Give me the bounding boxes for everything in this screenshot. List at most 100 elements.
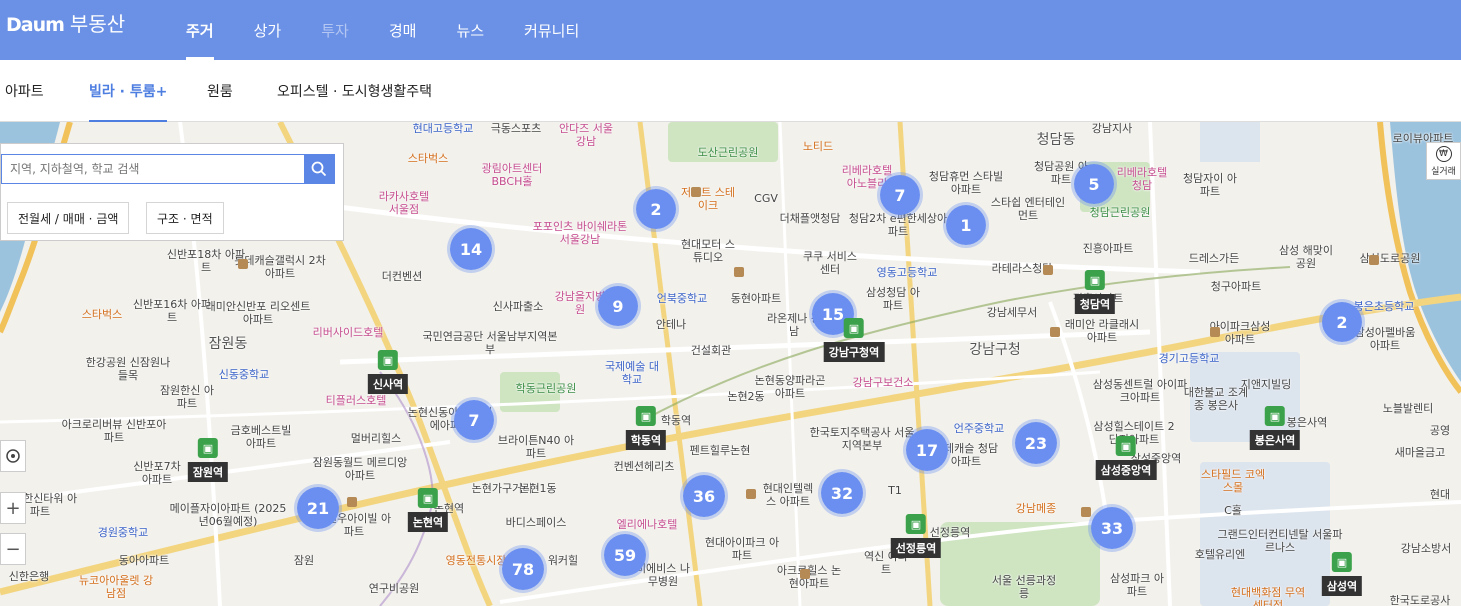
subway-icon: ▣ bbox=[843, 318, 864, 338]
listing-cluster[interactable]: 2 bbox=[1319, 299, 1365, 345]
search-button[interactable] bbox=[304, 155, 334, 183]
map-label: 신동중학교 bbox=[218, 368, 270, 381]
property-type-tabs: 아파트 빌라 · 투룸+ 원룸 오피스텔 · 도시형생활주택 bbox=[0, 60, 1461, 122]
listing-cluster[interactable]: 7 bbox=[877, 172, 923, 218]
subway-station-samseong[interactable]: ▣ 삼성역 bbox=[1321, 552, 1363, 596]
search-icon bbox=[311, 161, 327, 177]
building-pin[interactable] bbox=[1043, 265, 1053, 275]
search-input[interactable] bbox=[2, 155, 304, 183]
listing-cluster[interactable]: 78 bbox=[499, 545, 547, 593]
subway-station-nonhyeon[interactable]: ▣ 논현역 bbox=[407, 488, 449, 532]
nav-item-auction[interactable]: 경매 bbox=[369, 0, 437, 60]
listing-cluster[interactable]: 2 bbox=[633, 186, 679, 232]
subway-icon: ▣ bbox=[378, 350, 398, 370]
nav-item-housing[interactable]: 주거 bbox=[166, 0, 234, 60]
map-label: 쿠쿠 서비스센터 bbox=[802, 250, 858, 276]
map-label: 바디스페이스 bbox=[505, 516, 567, 529]
map-label: 청담근린공원 bbox=[1089, 206, 1151, 219]
tab-apartment[interactable]: 아파트 bbox=[5, 60, 44, 122]
nav-item-news[interactable]: 뉴스 bbox=[436, 0, 504, 60]
building-pin[interactable] bbox=[800, 569, 810, 579]
building-pin[interactable] bbox=[691, 187, 701, 197]
subway-station-bongeunsa[interactable]: ▣ 봉은사역 bbox=[1249, 406, 1301, 450]
building-pin[interactable] bbox=[746, 489, 756, 499]
filter-structure-button[interactable]: 구조 · 면적 bbox=[146, 202, 224, 234]
nav-item-community[interactable]: 커뮤니티 bbox=[504, 0, 599, 60]
subway-station-cheongdam[interactable]: ▣ 청담역 bbox=[1074, 270, 1116, 314]
listing-cluster[interactable]: 7 bbox=[451, 397, 497, 443]
listing-cluster[interactable]: 33 bbox=[1088, 504, 1136, 552]
listing-cluster[interactable]: 23 bbox=[1012, 419, 1060, 467]
map-label: 엘리에나호텔 bbox=[616, 518, 678, 531]
map-label: 연구비공원 bbox=[368, 582, 420, 595]
map-label: 강남구보건소 bbox=[852, 376, 914, 389]
listing-cluster[interactable]: 32 bbox=[818, 469, 866, 517]
map-label: 언북중학교 bbox=[656, 292, 708, 305]
map-label: 현대 bbox=[1429, 488, 1451, 501]
map-label: CGV bbox=[754, 192, 778, 205]
nav-item-investment[interactable]: 투자 bbox=[301, 0, 369, 60]
listing-cluster[interactable]: 36 bbox=[680, 472, 728, 520]
listing-cluster[interactable]: 9 bbox=[595, 283, 641, 329]
station-label: 삼성역 bbox=[1321, 576, 1363, 596]
daum-realestate-logo[interactable]: Daum 부동산 bbox=[6, 8, 125, 37]
map-label: 노블발렌티 bbox=[1382, 402, 1434, 415]
map-label: 저스트 스테이크 bbox=[680, 186, 736, 212]
map-label: 강남메종 bbox=[1015, 502, 1057, 515]
subway-station-jamwon[interactable]: ▣ 잠원역 bbox=[187, 438, 229, 482]
map-label: 스타필드 코엑스몰 bbox=[1200, 468, 1266, 494]
building-pin[interactable] bbox=[347, 497, 357, 507]
listing-cluster[interactable]: 21 bbox=[294, 484, 342, 532]
listing-cluster[interactable]: 1 bbox=[943, 202, 989, 248]
tab-villa-tworoom[interactable]: 빌라 · 투룸+ bbox=[89, 60, 168, 122]
map-label: 포포인츠 바이쉐라톤 서울강남 bbox=[532, 220, 628, 246]
tab-officetel[interactable]: 오피스텔 · 도시형생활주택 bbox=[277, 60, 432, 122]
listing-cluster[interactable]: 5 bbox=[1071, 161, 1117, 207]
map-label: 금호베스트빌 아파트 bbox=[230, 424, 292, 450]
search-box bbox=[1, 154, 335, 184]
map-label: 언주중학교 bbox=[953, 422, 1005, 435]
subway-station-sinsa[interactable]: ▣ 신사역 bbox=[367, 350, 409, 394]
zoom-in-button[interactable]: + bbox=[0, 492, 26, 524]
station-label: 잠원역 bbox=[187, 462, 229, 482]
subway-station-hakdong[interactable]: ▣ 학동역 bbox=[625, 406, 667, 450]
map-label: 현대아이파크 아파트 bbox=[704, 536, 780, 562]
map-label: 강남지사 bbox=[1091, 122, 1133, 135]
subway-station-seonjeongneung[interactable]: ▣ 선정릉역 bbox=[890, 514, 942, 558]
building-pin[interactable] bbox=[1081, 507, 1091, 517]
map-label: 청담동 bbox=[1036, 132, 1076, 148]
map-label: 컨벤션헤리츠 bbox=[613, 460, 675, 473]
map-label: 잠원한신 아파트 bbox=[159, 384, 215, 410]
station-label: 선정릉역 bbox=[890, 538, 942, 558]
subway-station-gangnamgu-office[interactable]: ▣ 강남구청역 bbox=[823, 318, 885, 362]
map-label: 신한은행 bbox=[8, 570, 50, 583]
listing-cluster[interactable]: 17 bbox=[903, 426, 951, 474]
listing-cluster[interactable]: 59 bbox=[601, 531, 649, 579]
current-location-button[interactable] bbox=[0, 440, 26, 472]
building-pin[interactable] bbox=[1050, 327, 1060, 337]
map-label: 안테나 bbox=[655, 318, 687, 331]
subway-station-samseong-jungang[interactable]: ▣ 삼성중앙역 bbox=[1095, 436, 1157, 480]
map-label: 경기고등학교 bbox=[1158, 352, 1220, 365]
map-label: 동아아파트 bbox=[118, 554, 170, 567]
zoom-out-button[interactable]: − bbox=[0, 533, 26, 565]
map-label: 리베라호텔 청담 bbox=[1116, 166, 1168, 192]
map-label: 논현2동 bbox=[727, 390, 765, 403]
real-transaction-button[interactable]: ₩ 실거래 bbox=[1426, 142, 1461, 180]
building-pin[interactable] bbox=[734, 267, 744, 277]
map-label: 삼성파크 아파트 bbox=[1109, 572, 1165, 598]
station-label: 삼성중앙역 bbox=[1095, 460, 1157, 480]
nav-item-commercial[interactable]: 상가 bbox=[234, 0, 302, 60]
map-label: 멀버리힐스 bbox=[350, 432, 402, 445]
building-pin[interactable] bbox=[238, 259, 248, 269]
building-pin[interactable] bbox=[1210, 327, 1220, 337]
map-label: 아크로리버뷰 신반포아파트 bbox=[61, 418, 167, 444]
map-label: 안다즈 서울 강남 bbox=[558, 122, 614, 148]
map-label: 동현아파트 bbox=[730, 292, 782, 305]
building-pin[interactable] bbox=[1369, 255, 1379, 265]
map-label: 잠원동 bbox=[208, 336, 248, 352]
tab-oneroom[interactable]: 원룸 bbox=[207, 60, 233, 122]
filter-price-button[interactable]: 전월세 / 매매 · 금액 bbox=[7, 202, 130, 234]
listing-cluster[interactable]: 14 bbox=[447, 225, 495, 273]
station-label: 학동역 bbox=[625, 430, 667, 450]
